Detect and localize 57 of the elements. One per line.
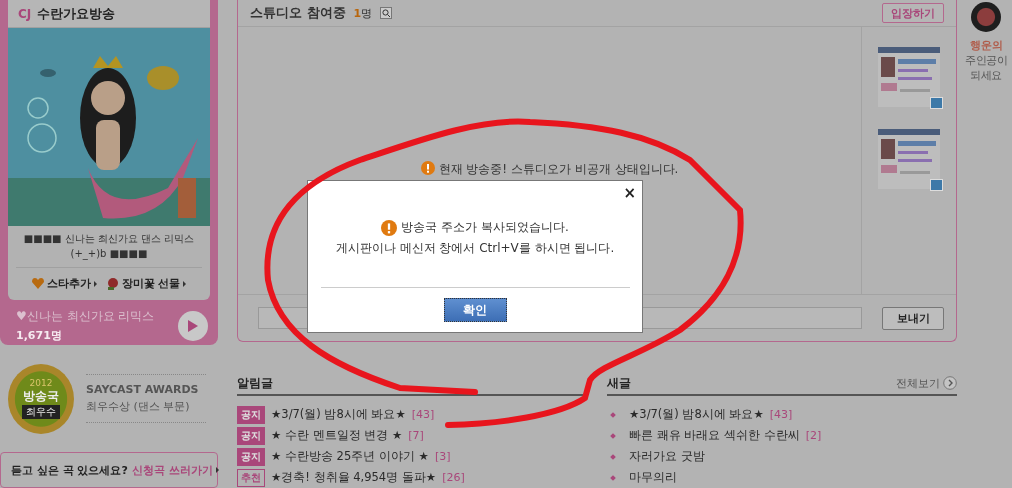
promo-text: 주인공이	[965, 53, 1007, 68]
request-question: 듣고 싶은 곡 있으세요?	[11, 462, 128, 478]
bullet-icon	[610, 432, 616, 439]
bullet-icon	[610, 411, 616, 418]
post-link[interactable]: ★3/7(월) 밤8시에 봐요★	[629, 407, 764, 422]
studio-title: 스튜디오 참여중	[250, 4, 346, 22]
post-tag: 공지	[237, 405, 265, 424]
bullet-icon	[610, 453, 616, 460]
notices-title: 알림글	[237, 374, 273, 392]
award-subtitle: 최우수상 (댄스 부문)	[86, 399, 191, 415]
post-tag: 공지	[237, 447, 265, 466]
station-prefix: CJ	[18, 6, 32, 21]
heart-icon	[31, 278, 44, 289]
station-name: 수란가요방송	[37, 4, 116, 23]
view-all-link[interactable]: 전체보기	[896, 375, 957, 391]
promo-highlight: 행운의	[969, 38, 1003, 53]
play-icon	[188, 319, 198, 332]
station-caption: ■■■■ 신나는 최신가요 댄스 리믹스 (+_+)b ■■■■	[16, 226, 202, 268]
post-link[interactable]: 빠른 쾌유 바래요 섹쉬한 수란씨	[629, 428, 800, 443]
post-link[interactable]: ★ 수란방송 25주년 이야기 ★	[271, 449, 429, 464]
now-playing-title: ♥신나는 최신가요 리믹스	[16, 308, 155, 325]
award-title: SAYCAST AWARDS	[86, 383, 200, 397]
ok-button[interactable]: 확인	[443, 298, 507, 322]
camera-icon[interactable]	[930, 179, 943, 191]
comment-count: [2]	[805, 429, 822, 442]
comment-count: [7]	[408, 429, 424, 442]
dialog-message: 방송국 주소가 복사되었습니다.	[401, 219, 569, 236]
warning-icon	[420, 161, 435, 175]
participant-count: 1명	[353, 5, 373, 21]
search-icon[interactable]	[380, 7, 393, 19]
camera-icon[interactable]	[930, 97, 943, 109]
post-link[interactable]: ★경축! 청취율 4,954명 돌파★	[271, 470, 437, 485]
award-medal: 2012 방송국 최우수	[8, 363, 74, 434]
comment-count: [3]	[434, 450, 451, 463]
post-link[interactable]: 마무의리	[629, 470, 677, 485]
post-link[interactable]: ★3/7(월) 밤8시에 봐요★	[271, 407, 406, 422]
bullet-icon	[610, 474, 616, 481]
comment-count: [43]	[411, 408, 435, 421]
action-link[interactable]: 스타추가	[31, 276, 97, 291]
chevron-icon	[943, 376, 957, 390]
post-link[interactable]: 자러가요 굿밤	[629, 449, 705, 464]
dialog-detail: 게시판이나 메신저 창에서 Ctrl+V를 하시면 됩니다.	[335, 240, 615, 257]
close-button[interactable]: ×	[623, 184, 636, 202]
new-posts-title: 새글	[607, 374, 631, 392]
send-button[interactable]: 보내기	[882, 306, 944, 330]
warning-icon	[381, 219, 398, 236]
comment-count: [26]	[442, 471, 465, 484]
post-tag: 추천	[237, 468, 265, 487]
rose-icon	[106, 277, 119, 290]
promo-text: 되세요	[970, 68, 1002, 83]
listener-count: 1,671명	[16, 328, 63, 343]
post-link[interactable]: ★ 수란 멘트일정 변경 ★	[271, 428, 403, 443]
post-tag: 공지	[237, 426, 265, 445]
play-button[interactable]	[178, 310, 208, 341]
lucky-ball-icon[interactable]	[971, 2, 1001, 32]
action-link[interactable]: 장미꽃 선물	[106, 276, 187, 291]
comment-count: [43]	[769, 408, 793, 421]
